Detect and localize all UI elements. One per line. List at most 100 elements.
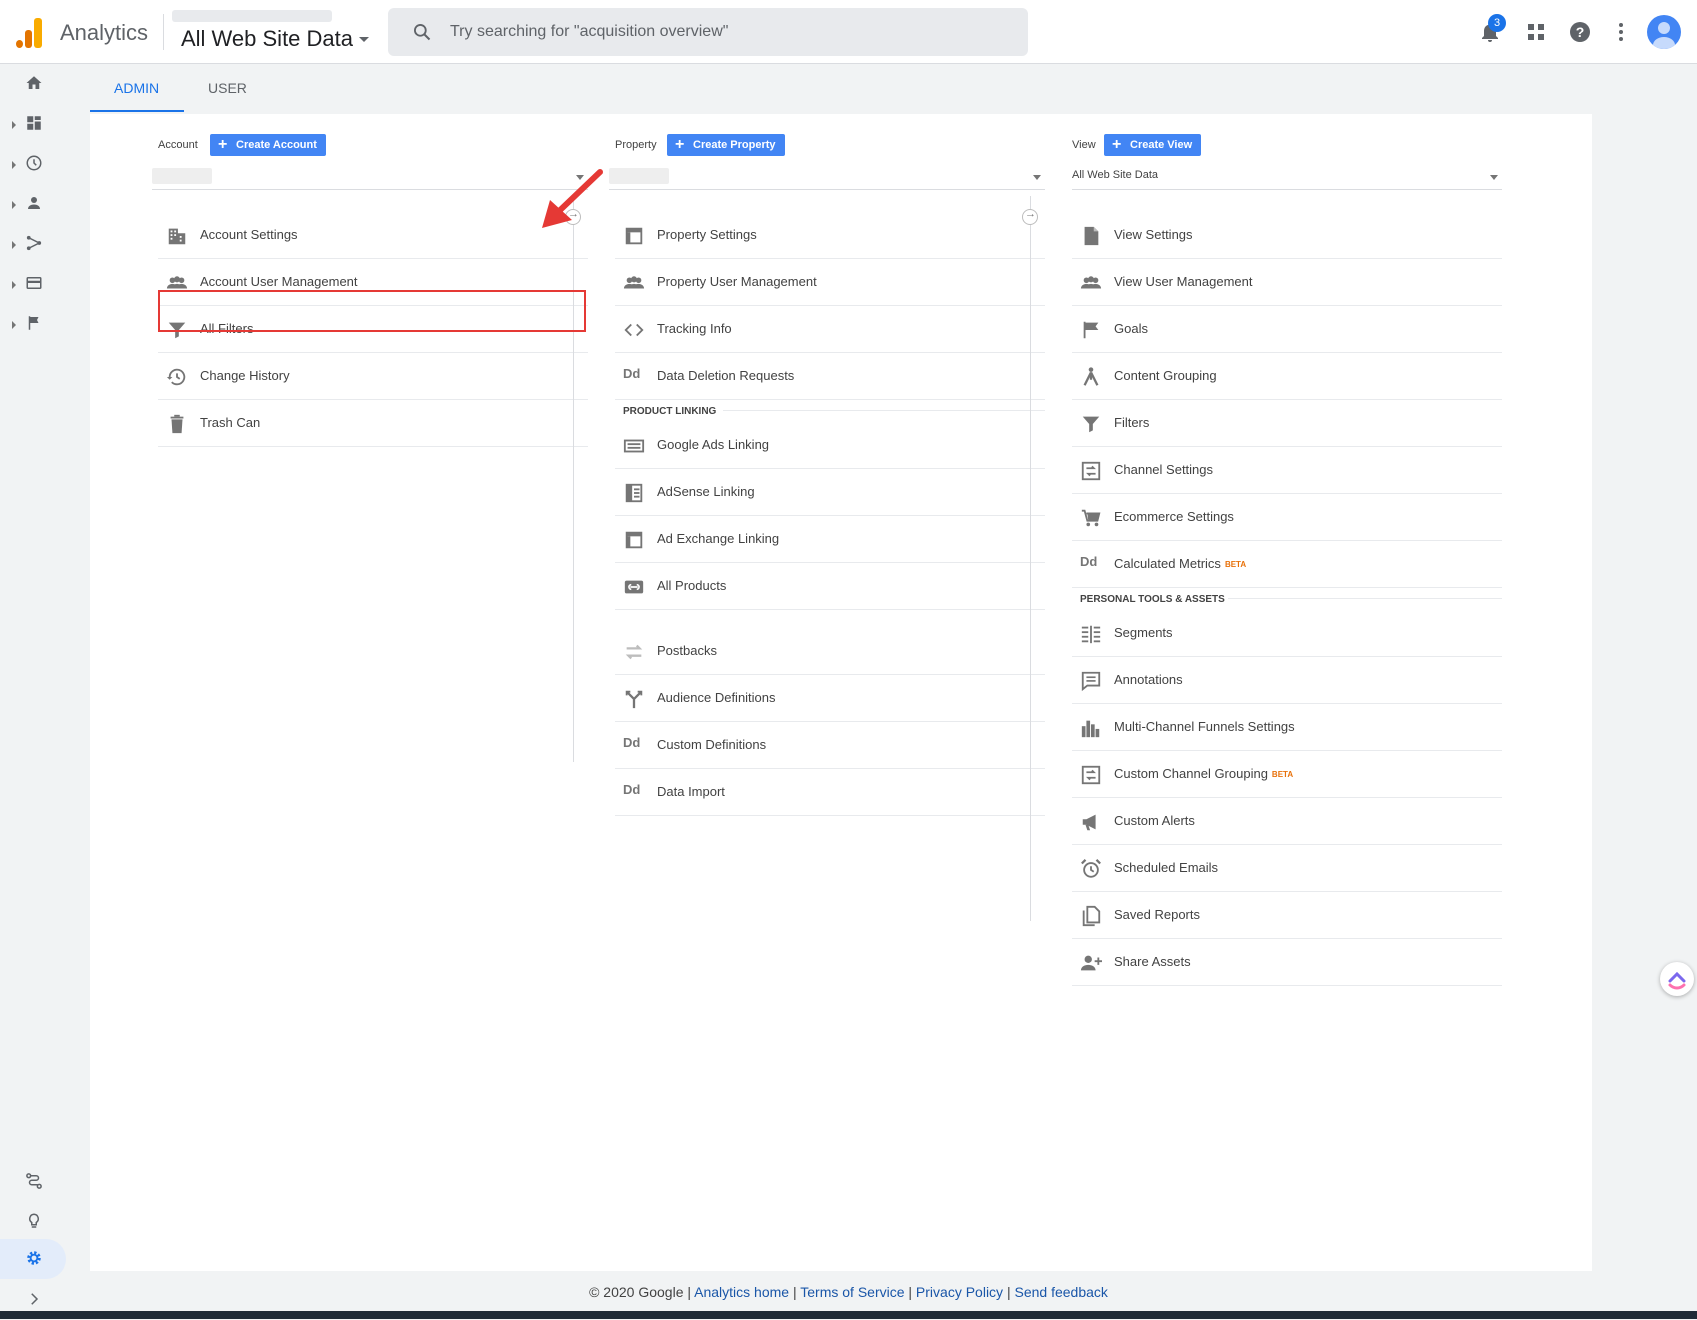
menu-property-user-management[interactable]: Property User Management: [615, 259, 1045, 306]
menu-channel-settings[interactable]: Channel Settings: [1072, 447, 1502, 494]
create-view-button[interactable]: + Create View: [1104, 134, 1202, 156]
menu-adsense-linking[interactable]: AdSense Linking: [615, 469, 1045, 516]
nav-acquisition[interactable]: [0, 224, 88, 264]
nav-conversions[interactable]: [0, 304, 88, 344]
menu-custom-channel-grouping[interactable]: Custom Channel Grouping BETA: [1072, 751, 1502, 798]
nav-realtime[interactable]: [0, 144, 88, 184]
nav-customization[interactable]: [0, 104, 88, 144]
avatar[interactable]: [1647, 15, 1681, 49]
menu-tracking-info[interactable]: Tracking Info: [615, 306, 1045, 353]
menu-label-text: Custom Channel Grouping: [1114, 766, 1268, 781]
footer-link-privacy[interactable]: Privacy Policy: [916, 1284, 1003, 1300]
menu-label: Custom Alerts: [1114, 813, 1195, 828]
channel-icon: [1081, 461, 1101, 481]
menu-label: Calculated Metrics BETA: [1114, 556, 1246, 571]
analytics-logo-icon[interactable]: [16, 16, 42, 48]
help-icon[interactable]: ?: [1568, 20, 1592, 44]
menu-label: Change History: [200, 368, 290, 383]
dd-icon: Dd: [623, 735, 641, 750]
account-label: Account: [158, 139, 198, 151]
menu-trash-can[interactable]: Trash Can: [158, 400, 588, 447]
property-selector[interactable]: [609, 164, 1045, 190]
nav-behavior[interactable]: [0, 264, 88, 304]
create-account-label: Create Account: [236, 139, 317, 151]
menu-label: Multi-Channel Funnels Settings: [1114, 719, 1295, 734]
chevron-down-icon[interactable]: [1490, 175, 1498, 180]
nav-admin[interactable]: [0, 1239, 88, 1279]
flag-icon: [28, 316, 39, 330]
menu-label: Google Ads Linking: [657, 437, 770, 452]
nav-discover[interactable]: [0, 1202, 88, 1242]
menu-data-import[interactable]: Dd Data Import: [615, 769, 1045, 816]
copy-icon: [1082, 905, 1101, 927]
view-menu: View Settings View User Management Goals…: [1072, 212, 1502, 986]
account-name-redacted[interactable]: [172, 10, 332, 22]
selected-view: All Web Site Data: [1072, 169, 1159, 181]
menu-saved-reports[interactable]: Saved Reports: [1072, 892, 1502, 939]
menu-goals[interactable]: Goals: [1072, 306, 1502, 353]
menu-label: Tracking Info: [657, 321, 732, 336]
menu-filters[interactable]: Filters: [1072, 400, 1502, 447]
menu-calculated-metrics[interactable]: Dd Calculated Metrics BETA: [1072, 541, 1502, 588]
menu-annotations[interactable]: Annotations: [1072, 657, 1502, 704]
menu-account-settings[interactable]: Account Settings: [158, 212, 588, 259]
menu-segments[interactable]: Segments: [1072, 610, 1502, 657]
search-bar[interactable]: [388, 8, 1028, 56]
app-title: Analytics: [60, 20, 149, 45]
apps-grid-icon[interactable]: [1524, 20, 1548, 44]
create-property-button[interactable]: + Create Property: [667, 134, 785, 156]
more-vert-icon[interactable]: [1609, 20, 1633, 44]
menu-property-settings[interactable]: Property Settings: [615, 212, 1045, 259]
footer: © 2020 Google | Analytics home | Terms o…: [589, 1284, 1108, 1300]
search-input[interactable]: [450, 8, 1010, 56]
chevron-down-icon[interactable]: [359, 37, 369, 42]
menu-audience-definitions[interactable]: Audience Definitions: [615, 675, 1045, 722]
plus-icon: +: [218, 136, 228, 153]
gear-icon: [27, 1251, 41, 1265]
menu-view-user-management[interactable]: View User Management: [1072, 259, 1502, 306]
menu-view-settings[interactable]: View Settings: [1072, 212, 1502, 259]
nav-audience[interactable]: [0, 184, 88, 224]
menu-scheduled-emails[interactable]: Scheduled Emails: [1072, 845, 1502, 892]
view-selector-dropdown[interactable]: All Web Site Data: [1072, 164, 1502, 190]
nav-home[interactable]: [0, 64, 88, 104]
behavior-icon: [26, 277, 42, 289]
account-selector[interactable]: [152, 164, 588, 190]
menu-label: Postbacks: [657, 643, 717, 658]
menu-postbacks[interactable]: Postbacks: [615, 628, 1045, 675]
code-icon: [624, 323, 644, 337]
section-label: PERSONAL TOOLS & ASSETS: [1080, 594, 1225, 605]
footer-link-feedback[interactable]: Send feedback: [1014, 1284, 1107, 1300]
chevron-down-icon[interactable]: [1033, 175, 1041, 180]
svg-text:?: ?: [1576, 24, 1585, 40]
link-icon: [624, 580, 644, 594]
expand-caret-icon: [12, 321, 16, 329]
menu-content-grouping[interactable]: Content Grouping: [1072, 353, 1502, 400]
create-account-button[interactable]: + Create Account: [210, 134, 326, 156]
tab-user[interactable]: USER: [208, 80, 247, 96]
menu-label: View User Management: [1114, 274, 1253, 289]
clickup-extension-button[interactable]: [1660, 962, 1694, 996]
menu-ad-exchange-linking[interactable]: Ad Exchange Linking: [615, 516, 1045, 563]
menu-label: All Products: [657, 578, 727, 593]
top-bar: Analytics All Web Site Data 3 ?: [0, 0, 1697, 64]
tab-admin[interactable]: ADMIN: [114, 80, 159, 96]
view-selector[interactable]: All Web Site Data: [181, 26, 353, 52]
adsense-icon: [625, 483, 643, 503]
nav-attribution[interactable]: [0, 1162, 88, 1202]
menu-ecommerce-settings[interactable]: Ecommerce Settings: [1072, 494, 1502, 541]
menu-multi-channel-funnels-settings[interactable]: Multi-Channel Funnels Settings: [1072, 704, 1502, 751]
menu-all-products[interactable]: All Products: [615, 563, 1045, 610]
layout-icon: [625, 531, 643, 549]
menu-google-ads-linking[interactable]: Google Ads Linking: [615, 422, 1045, 469]
menu-custom-alerts[interactable]: Custom Alerts: [1072, 798, 1502, 845]
footer-link-analytics-home[interactable]: Analytics home: [694, 1284, 789, 1300]
menu-custom-definitions[interactable]: Dd Custom Definitions: [615, 722, 1045, 769]
footer-link-terms[interactable]: Terms of Service: [800, 1284, 904, 1300]
menu-label: Custom Definitions: [657, 737, 767, 752]
menu-share-assets[interactable]: Share Assets: [1072, 939, 1502, 986]
menu-data-deletion-requests[interactable]: Dd Data Deletion Requests: [615, 353, 1045, 400]
postbacks-icon: [625, 644, 643, 660]
menu-change-history[interactable]: Change History: [158, 353, 588, 400]
